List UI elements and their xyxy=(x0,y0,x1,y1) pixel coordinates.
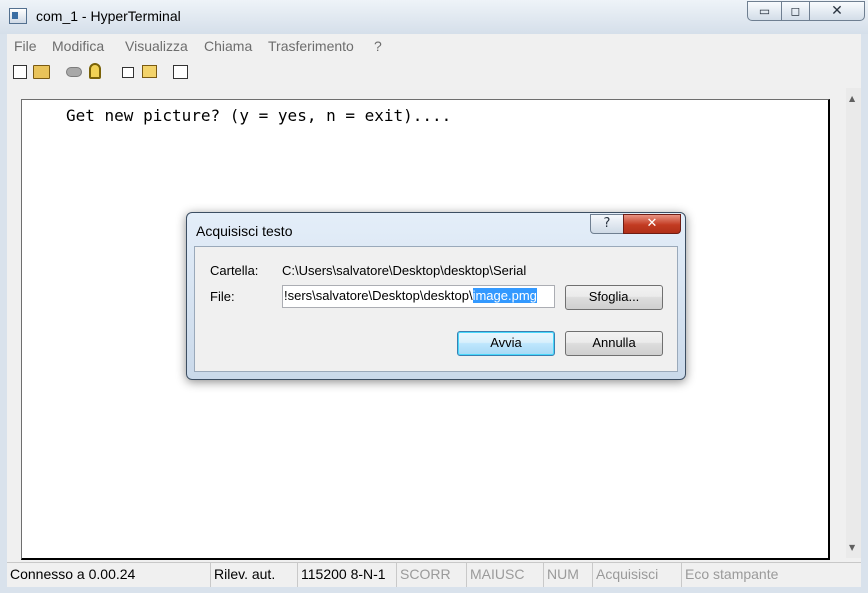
cancel-button[interactable]: Annulla xyxy=(565,331,663,356)
status-bar: Connesso a 0.00.24 Rilev. aut. 115200 8-… xyxy=(7,562,861,587)
receive-icon[interactable] xyxy=(142,65,157,78)
terminal-output: Get new picture? (y = yes, n = exit).... xyxy=(66,106,452,125)
connect-icon[interactable] xyxy=(89,63,101,79)
browse-button[interactable]: Sfoglia... xyxy=(565,285,663,310)
status-num: NUM xyxy=(544,563,593,587)
file-input[interactable]: !sers\salvatore\Desktop\desktop\image.pm… xyxy=(282,285,555,308)
help-button[interactable]: ? xyxy=(590,214,624,234)
new-icon[interactable] xyxy=(13,65,27,79)
window-title: com_1 - HyperTerminal xyxy=(36,8,181,24)
file-label: File: xyxy=(210,289,235,304)
close-button[interactable]: ✕ xyxy=(809,1,865,21)
maximize-icon: ◻ xyxy=(790,4,801,18)
maximize-button[interactable]: ◻ xyxy=(781,1,810,21)
dialog-title: Acquisisci testo xyxy=(196,223,293,239)
menu-file[interactable]: File xyxy=(14,38,37,54)
open-icon[interactable] xyxy=(33,65,50,79)
status-caps: MAIUSC xyxy=(467,563,544,587)
properties-icon[interactable] xyxy=(173,65,188,79)
status-settings: 115200 8-N-1 xyxy=(298,563,397,587)
folder-value: C:\Users\salvatore\Desktop\desktop\Seria… xyxy=(282,263,527,278)
hyperterminal-window: com_1 - HyperTerminal ▭ ◻ ✕ File Modific… xyxy=(0,0,868,593)
menu-bar: File Modifica Visualizza Chiama Trasferi… xyxy=(7,34,861,58)
menu-visualizza[interactable]: Visualizza xyxy=(125,38,188,54)
folder-label: Cartella: xyxy=(210,263,259,278)
hyperterminal-app-icon[interactable] xyxy=(9,8,27,24)
disconnect-icon[interactable] xyxy=(66,67,82,77)
status-detect: Rilev. aut. xyxy=(211,563,298,587)
scroll-down-icon[interactable]: ▼ xyxy=(849,543,855,552)
menu-help[interactable]: ? xyxy=(374,38,382,54)
status-echo: Eco stampante xyxy=(685,566,779,582)
toolbar xyxy=(7,58,861,86)
send-icon[interactable] xyxy=(122,67,134,78)
minimize-button[interactable]: ▭ xyxy=(747,1,782,21)
menu-chiama[interactable]: Chiama xyxy=(204,38,252,54)
close-icon: ✕ xyxy=(646,216,658,231)
menu-modifica[interactable]: Modifica xyxy=(52,38,104,54)
file-path-text: !sers\salvatore\Desktop\desktop\ xyxy=(284,288,473,303)
status-capture: Acquisisci xyxy=(593,563,682,587)
status-connection: Connesso a 0.00.24 xyxy=(7,563,211,587)
start-button[interactable]: Avvia xyxy=(457,331,555,356)
dialog-body: Cartella: C:\Users\salvatore\Desktop\des… xyxy=(194,246,678,372)
title-bar[interactable]: com_1 - HyperTerminal ▭ ◻ ✕ xyxy=(0,0,868,34)
vertical-scrollbar[interactable]: ▲ ▼ xyxy=(846,88,861,558)
capture-text-dialog: Acquisisci testo ? ✕ Cartella: C:\Users\… xyxy=(186,212,686,380)
dialog-close-button[interactable]: ✕ xyxy=(623,214,681,234)
status-scroll: SCORR xyxy=(397,563,467,587)
help-icon: ? xyxy=(603,216,611,231)
minimize-icon: ▭ xyxy=(758,4,771,18)
file-name-selected: image.pmg xyxy=(472,288,537,303)
menu-trasferimento[interactable]: Trasferimento xyxy=(268,38,354,54)
close-icon: ✕ xyxy=(831,3,843,19)
scroll-up-icon[interactable]: ▲ xyxy=(849,94,855,103)
